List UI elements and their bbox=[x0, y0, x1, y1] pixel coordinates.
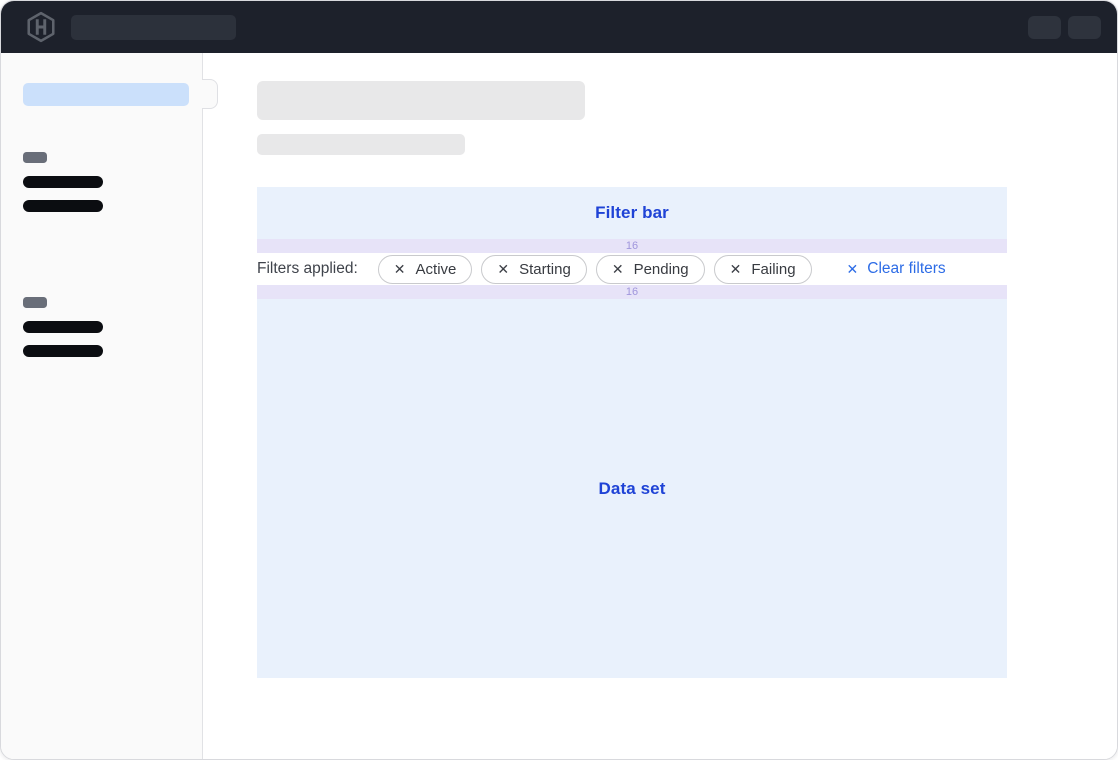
filter-pill-pending[interactable]: ✕ Pending bbox=[596, 255, 705, 284]
filter-pill-starting[interactable]: ✕ Starting bbox=[481, 255, 586, 284]
filter-pill-label: Failing bbox=[751, 261, 795, 278]
sidebar-nav-item-skeleton[interactable] bbox=[23, 200, 103, 212]
sidebar-toggle-handle[interactable] bbox=[202, 79, 218, 109]
sidebar-section-label-skeleton bbox=[23, 297, 47, 308]
topbar-action-placeholder-2[interactable] bbox=[1068, 16, 1101, 39]
filter-pill-active[interactable]: ✕ Active bbox=[378, 255, 473, 284]
topbar-actions bbox=[1028, 16, 1101, 39]
topbar-action-placeholder-1[interactable] bbox=[1028, 16, 1061, 39]
sidebar bbox=[1, 53, 203, 760]
filter-pill-label: Pending bbox=[634, 261, 689, 278]
clear-filters-label: Clear filters bbox=[867, 260, 945, 278]
app-window: Filter bar 16 Filters applied: ✕ Active … bbox=[0, 0, 1118, 760]
spacing-annotation-bottom: 16 bbox=[257, 285, 1007, 299]
top-bar bbox=[1, 1, 1117, 53]
topbar-search-placeholder[interactable] bbox=[71, 15, 236, 40]
dismiss-icon: ✕ bbox=[497, 262, 509, 276]
sidebar-nav-item-skeleton[interactable] bbox=[23, 176, 103, 188]
hashicorp-logo-icon bbox=[25, 11, 57, 43]
filter-pill-failing[interactable]: ✕ Failing bbox=[714, 255, 812, 284]
filters-applied-label: Filters applied: bbox=[257, 260, 358, 278]
filter-bar-label: Filter bar bbox=[595, 203, 669, 223]
filter-pill-label: Active bbox=[416, 261, 457, 278]
applied-filters-row: Filters applied: ✕ Active ✕ Starting ✕ P bbox=[257, 253, 1007, 285]
data-set-label: Data set bbox=[599, 479, 666, 499]
spacing-value: 16 bbox=[626, 239, 638, 253]
sidebar-active-item-skeleton[interactable] bbox=[23, 83, 189, 106]
sidebar-nav-item-skeleton[interactable] bbox=[23, 345, 103, 357]
dismiss-icon: ✕ bbox=[612, 262, 624, 276]
clear-filters-button[interactable]: ✕ Clear filters bbox=[847, 260, 946, 278]
spacing-annotation-top: 16 bbox=[257, 239, 1007, 253]
filter-pill-label: Starting bbox=[519, 261, 571, 278]
sidebar-nav-item-skeleton[interactable] bbox=[23, 321, 103, 333]
sidebar-section-label-skeleton bbox=[23, 152, 47, 163]
page-subtitle-skeleton bbox=[257, 134, 465, 155]
filter-pills: ✕ Active ✕ Starting ✕ Pending ✕ bbox=[378, 255, 812, 284]
clear-icon: ✕ bbox=[847, 262, 859, 276]
data-set-region: Data set bbox=[257, 299, 1007, 678]
dismiss-icon: ✕ bbox=[730, 262, 742, 276]
main-content: Filter bar 16 Filters applied: ✕ Active … bbox=[203, 53, 1117, 760]
page-title-skeleton bbox=[257, 81, 585, 120]
window-body: Filter bar 16 Filters applied: ✕ Active … bbox=[1, 53, 1117, 760]
filter-bar-region: Filter bar bbox=[257, 187, 1007, 239]
spacing-value: 16 bbox=[626, 285, 638, 299]
dismiss-icon: ✕ bbox=[394, 262, 406, 276]
